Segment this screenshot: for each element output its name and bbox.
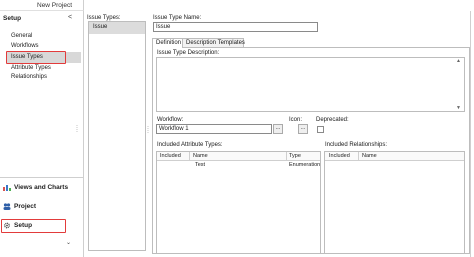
sidebar-item-workflows[interactable]: Workflows — [11, 43, 39, 49]
highlight-box-setup — [1, 219, 66, 233]
expand-nav-icon[interactable]: ⌄ — [66, 239, 71, 246]
column-separator — [286, 152, 287, 161]
scroll-up-icon[interactable]: ▲ — [456, 58, 461, 64]
table-cell-name[interactable]: Test — [195, 162, 205, 168]
nav-views-and-charts-label: Views and Charts — [14, 184, 69, 192]
issue-types-list[interactable] — [88, 21, 146, 251]
attribute-types-table[interactable]: Included Name Type Test Enumeration — [156, 151, 321, 254]
tab-description-templates[interactable]: Description Templates — [182, 38, 245, 47]
column-header-included[interactable]: Included — [329, 153, 350, 159]
window-title: New Project — [37, 2, 73, 9]
deprecated-label: Deprecated: — [316, 117, 349, 123]
nav-project-label: Project — [14, 203, 37, 211]
column-header-included[interactable]: Included — [160, 153, 181, 159]
people-icon — [3, 203, 11, 210]
scroll-down-icon[interactable]: ▼ — [456, 105, 461, 111]
column-header-name[interactable]: Name — [193, 153, 208, 159]
tab-definition[interactable]: Definition — [152, 38, 183, 48]
column-separator — [189, 152, 190, 161]
splitter-handle[interactable]: · · · · — [76, 123, 78, 135]
included-attribute-types-label: Included Attribute Types: — [157, 142, 223, 148]
sidebar-item-relationships[interactable]: Relationships — [11, 74, 47, 80]
sidebar-item-attribute-types[interactable]: Attribute Types — [11, 65, 51, 71]
issue-type-name-input[interactable]: Issue — [153, 22, 318, 32]
sidebar-divider — [0, 177, 84, 178]
workflow-browse-button[interactable]: ... — [273, 124, 283, 134]
right-border — [470, 11, 471, 257]
column-header-type[interactable]: Type — [289, 153, 301, 159]
workflow-select[interactable]: Workflow 1 — [156, 124, 272, 134]
table-cell-type[interactable]: Enumeration — [289, 162, 320, 168]
sidebar-item-general[interactable]: General — [11, 33, 32, 39]
highlight-box-issue-types — [6, 51, 66, 64]
issue-type-item[interactable]: Issue — [89, 22, 145, 34]
deprecated-checkbox[interactable] — [317, 126, 324, 133]
chart-icon — [3, 184, 11, 191]
description-textarea[interactable] — [156, 57, 465, 112]
relationships-table[interactable]: Included Name — [324, 151, 465, 254]
icon-browse-button[interactable]: ... — [298, 124, 308, 134]
window-tab[interactable]: New Project — [0, 0, 84, 11]
table-header: Included Name Type — [157, 152, 320, 161]
description-label: Issue Type Description: — [157, 50, 220, 56]
workflow-label: Workflow: — [157, 117, 184, 123]
nav-project[interactable]: Project — [3, 203, 36, 210]
column-header-name[interactable]: Name — [362, 153, 377, 159]
issue-type-name-label: Issue Type Name: — [153, 15, 202, 21]
sidebar-header: Setup — [3, 15, 22, 22]
table-header: Included Name — [325, 152, 464, 161]
collapse-pane-icon[interactable]: < — [68, 14, 72, 21]
splitter-handle-middle[interactable]: · · · · — [147, 124, 149, 136]
icon-label: Icon: — [289, 117, 303, 123]
nav-views-and-charts[interactable]: Views and Charts — [3, 184, 68, 191]
column-separator — [358, 152, 359, 161]
included-relationships-label: Included Relationships: — [325, 142, 388, 148]
